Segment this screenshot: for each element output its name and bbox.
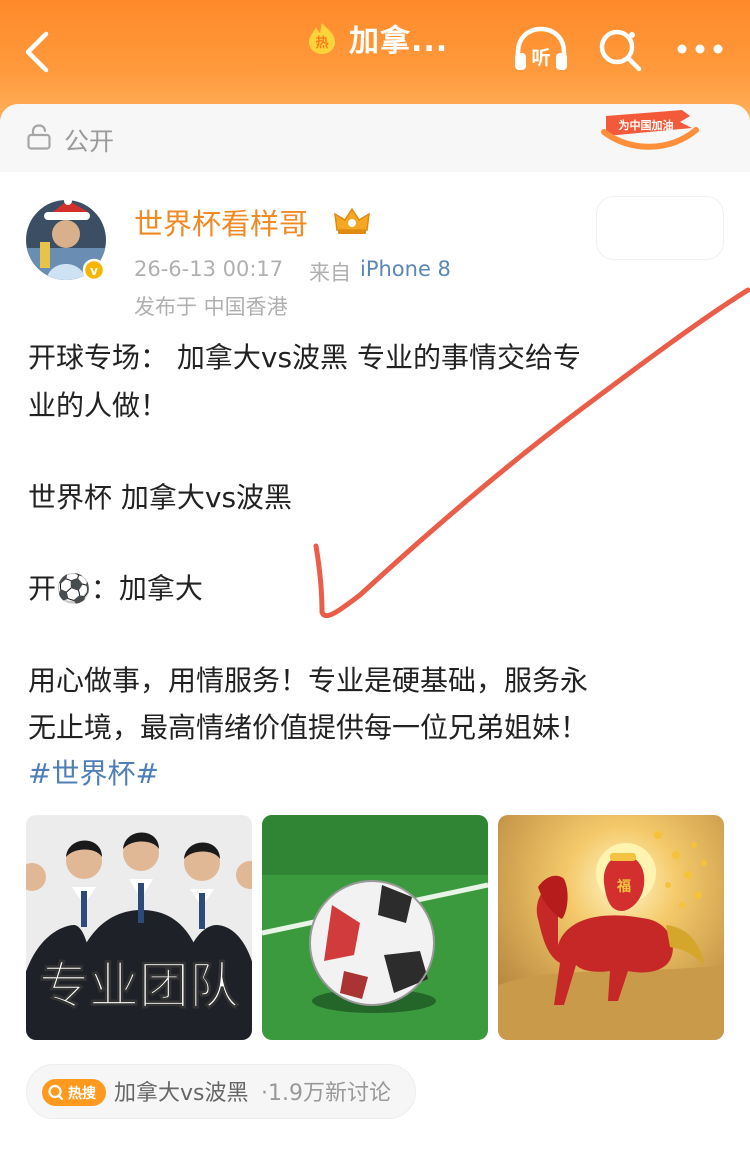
hot-flame-icon: 热 [309, 23, 335, 54]
svg-text:福: 福 [616, 878, 631, 895]
listen-headphones-icon[interactable]: 听 [512, 24, 570, 74]
more-options-icon[interactable] [672, 34, 728, 64]
post-image-horse[interactable]: 福 [498, 815, 724, 1040]
post-text-line: 业的人做！ [28, 389, 169, 422]
post-text-line: 用心做事，用情服务！专业是硬基础，服务永 [28, 664, 589, 697]
listen-label: 听 [531, 46, 550, 69]
hot-search-tag-label: 热搜 [68, 1085, 97, 1102]
search-icon[interactable] [596, 26, 644, 74]
hot-icon-label: 热 [315, 35, 328, 51]
cheer-badge-text: 为中国加油 [619, 118, 674, 132]
post-text-line: 世界杯 加拿大vs波黑 [28, 481, 293, 514]
post-image-team[interactable]: 专业团队 [26, 815, 252, 1040]
page-title: 加拿... [349, 24, 449, 59]
image-caption: 专业团队 [39, 957, 240, 1015]
hot-search-tag: 热搜 [42, 1079, 106, 1106]
post-source-label: 来自 [309, 261, 351, 285]
hot-search-topic-text: 加拿大vs波黑 [114, 1081, 249, 1106]
post-image-football[interactable] [262, 815, 488, 1040]
post-time: 26-6-13 00:17 [134, 257, 284, 281]
post-device[interactable]: iPhone 8 [360, 257, 451, 281]
visibility-label: 公开 [64, 127, 115, 156]
post-text-line: 开球专场： 加拿大vs波黑 专业的事情交给专 [28, 341, 581, 374]
page-title-group: 热 加拿... [305, 16, 448, 60]
post-text-line: 无止境，最高情绪价值提供每一位兄弟姐妹！ [28, 711, 589, 744]
follow-button[interactable] [596, 196, 724, 260]
avatar[interactable]: v [24, 198, 108, 282]
crown-icon [334, 207, 370, 234]
cheer-china-badge: 为中国加油 [601, 110, 699, 150]
author-name[interactable]: 世界杯看样哥 [134, 201, 308, 243]
post-text-line: 开⚽：加拿大 [28, 572, 203, 605]
hashtag-link[interactable]: #世界杯# [28, 752, 159, 792]
unlock-icon [27, 124, 51, 150]
hot-search-discussion-count: ·1.9万新讨论 [261, 1081, 391, 1106]
svg-text:v: v [90, 264, 98, 278]
back-icon[interactable] [18, 30, 58, 74]
post-location: 发布于 中国香港 [134, 295, 288, 319]
